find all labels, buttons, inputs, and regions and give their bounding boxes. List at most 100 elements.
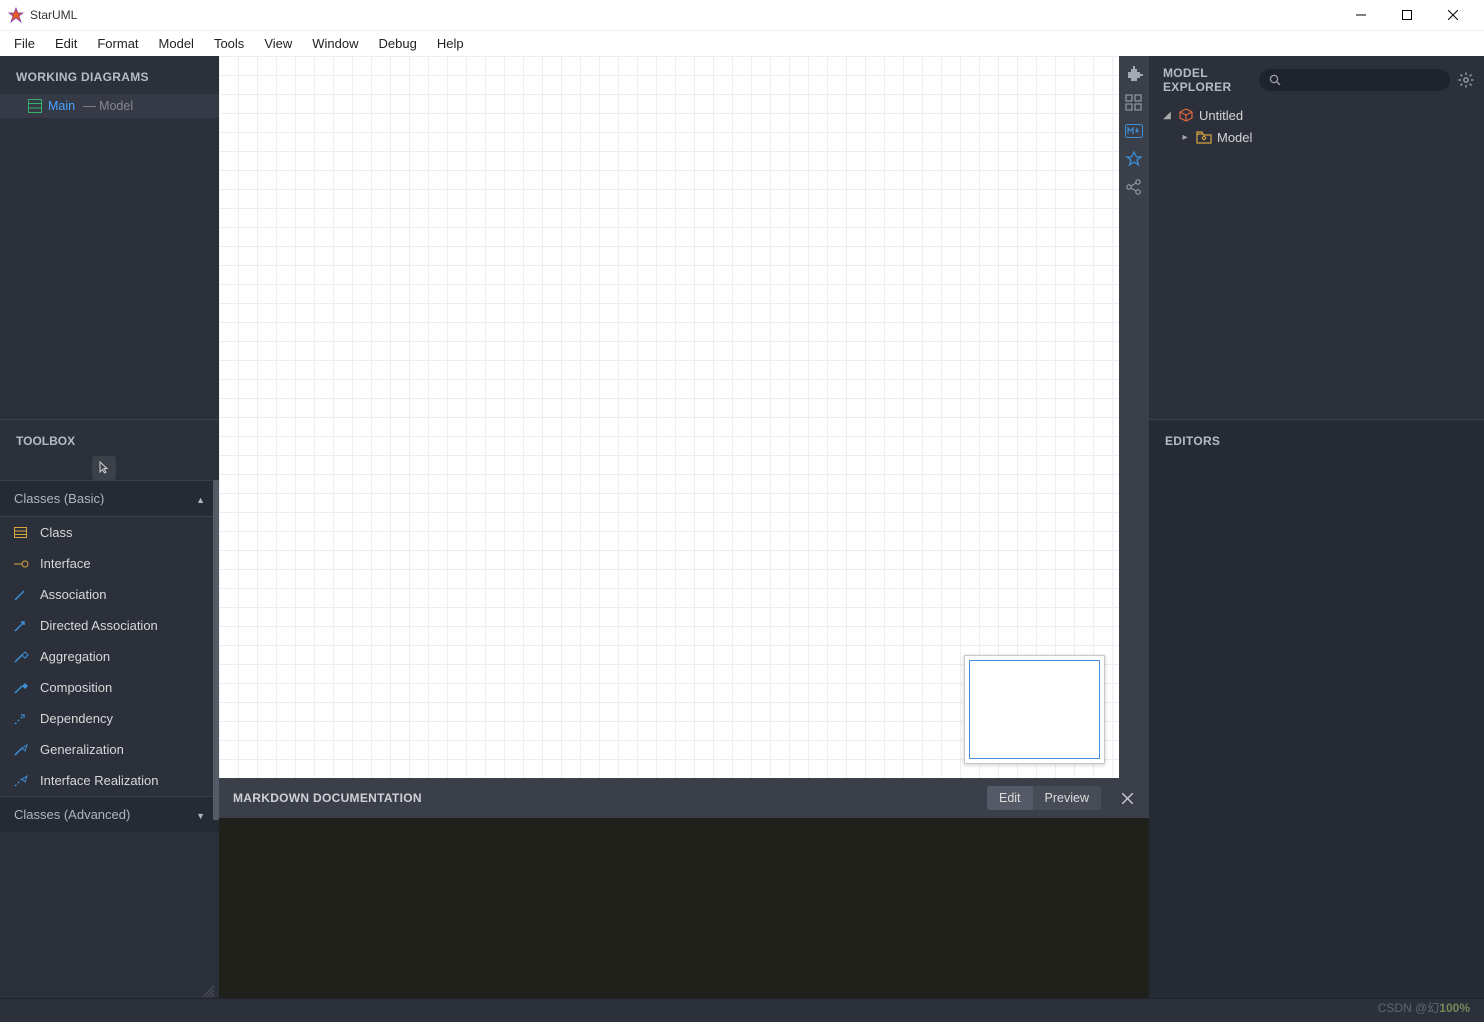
directed-association-icon	[14, 619, 30, 633]
menu-model[interactable]: Model	[149, 34, 204, 53]
minimap[interactable]	[964, 655, 1105, 764]
tool-association[interactable]: Association	[0, 579, 219, 610]
title-bar: StarUML	[0, 0, 1484, 30]
tool-dependency[interactable]: Dependency	[0, 703, 219, 734]
menu-file[interactable]: File	[4, 34, 45, 53]
menu-help[interactable]: Help	[427, 34, 474, 53]
tool-group-label: Classes (Basic)	[14, 491, 104, 506]
menu-edit[interactable]: Edit	[45, 34, 87, 53]
selection-tool-button[interactable]	[92, 456, 116, 480]
markdown-toggle-icon[interactable]	[1125, 122, 1143, 140]
markdown-preview-button[interactable]: Preview	[1033, 786, 1101, 810]
markdown-buttons: Edit Preview	[987, 786, 1137, 810]
class-icon	[14, 526, 30, 540]
close-button[interactable]	[1430, 0, 1476, 30]
working-diagram-item[interactable]: Main — Model	[0, 94, 219, 118]
tool-interface[interactable]: Interface	[0, 548, 219, 579]
title-bar-left: StarUML	[8, 7, 77, 23]
watermark: CSDN @幻100%	[1378, 999, 1470, 1016]
tool-interface-realization[interactable]: Interface Realization	[0, 765, 219, 796]
markdown-title: MARKDOWN DOCUMENTATION	[233, 791, 422, 805]
tool-group-label: Classes (Advanced)	[14, 807, 130, 822]
resize-handle-icon[interactable]	[200, 986, 216, 998]
left-column: WORKING DIAGRAMS Main — Model TOOLBOX Cl…	[0, 56, 219, 998]
menu-debug[interactable]: Debug	[369, 34, 427, 53]
tool-label: Association	[40, 587, 106, 602]
tree-node-label: Untitled	[1199, 108, 1243, 123]
editors-panel: EDITORS	[1149, 419, 1484, 998]
model-tree: ◢ Untitled ▸ Model	[1149, 100, 1484, 152]
aggregation-icon	[14, 650, 30, 664]
markdown-editor[interactable]	[219, 818, 1149, 998]
watermark-text: CSDN @幻	[1378, 1001, 1440, 1015]
menu-window[interactable]: Window	[302, 34, 368, 53]
maximize-button[interactable]	[1384, 0, 1430, 30]
model-explorer-search[interactable]	[1259, 69, 1450, 91]
working-diagram-suffix: — Model	[83, 99, 133, 113]
model-icon	[1196, 129, 1212, 145]
composition-icon	[14, 681, 30, 695]
working-diagram-name: Main	[48, 99, 75, 113]
association-icon	[14, 588, 30, 602]
tool-generalization[interactable]: Generalization	[0, 734, 219, 765]
markdown-mode-toggle: Edit Preview	[987, 786, 1101, 810]
app-icon	[8, 7, 24, 23]
markdown-close-button[interactable]	[1117, 788, 1137, 808]
tool-label: Composition	[40, 680, 112, 695]
tool-aggregation[interactable]: Aggregation	[0, 641, 219, 672]
close-icon	[1122, 793, 1133, 804]
status-bar	[0, 998, 1484, 1022]
tree-expand-arrow-icon: ◢	[1161, 110, 1173, 121]
focus-icon[interactable]	[1125, 150, 1143, 168]
zoom-level: 100%	[1439, 1001, 1470, 1015]
diagram-canvas[interactable]	[219, 56, 1119, 778]
tree-node-model[interactable]: ▸ Model	[1157, 126, 1476, 148]
tool-label: Generalization	[40, 742, 124, 757]
toolbox-scroll: Classes (Basic) Class Interface Associat…	[0, 480, 219, 998]
collapse-arrow-icon	[196, 491, 205, 506]
right-column: MODEL EXPLORER ◢ Untitled ▸ Model	[1149, 56, 1484, 998]
tool-label: Aggregation	[40, 649, 110, 664]
model-explorer-title: MODEL EXPLORER	[1163, 66, 1251, 94]
toolbox-panel: TOOLBOX Classes (Basic) Class Interface	[0, 419, 219, 998]
working-diagrams-panel: WORKING DIAGRAMS Main — Model	[0, 56, 219, 419]
tool-label: Class	[40, 525, 73, 540]
tree-collapse-arrow-icon: ▸	[1179, 132, 1191, 143]
menu-tools[interactable]: Tools	[204, 34, 254, 53]
tool-label: Interface	[40, 556, 91, 571]
expand-arrow-icon	[196, 807, 205, 822]
menu-format[interactable]: Format	[87, 34, 148, 53]
markdown-edit-button[interactable]: Edit	[987, 786, 1033, 810]
tool-class[interactable]: Class	[0, 517, 219, 548]
model-explorer-settings-button[interactable]	[1458, 71, 1474, 89]
tool-composition[interactable]: Composition	[0, 672, 219, 703]
editors-title: EDITORS	[1149, 420, 1484, 462]
thumbnail-view-icon[interactable]	[1125, 94, 1143, 112]
window-title: StarUML	[30, 8, 77, 22]
search-icon	[1269, 74, 1281, 86]
minimize-button[interactable]	[1338, 0, 1384, 30]
model-explorer-header: MODEL EXPLORER	[1149, 56, 1484, 100]
working-diagrams-title: WORKING DIAGRAMS	[0, 56, 219, 94]
project-icon	[1178, 107, 1194, 123]
interface-realization-icon	[14, 774, 30, 788]
generalization-icon	[14, 743, 30, 757]
tool-group-classes-advanced[interactable]: Classes (Advanced)	[0, 796, 219, 832]
search-input[interactable]	[1285, 73, 1440, 87]
markdown-header: MARKDOWN DOCUMENTATION Edit Preview	[219, 778, 1149, 818]
workspace: WORKING DIAGRAMS Main — Model TOOLBOX Cl…	[0, 56, 1484, 998]
tool-label: Interface Realization	[40, 773, 159, 788]
tool-directed-association[interactable]: Directed Association	[0, 610, 219, 641]
tool-group-classes-basic[interactable]: Classes (Basic)	[0, 480, 219, 517]
toolbox-title: TOOLBOX	[0, 420, 219, 456]
tree-node-project[interactable]: ◢ Untitled	[1157, 104, 1476, 126]
tool-label: Directed Association	[40, 618, 158, 633]
extensions-icon[interactable]	[1125, 66, 1143, 84]
menu-bar: File Edit Format Model Tools View Window…	[0, 30, 1484, 56]
tree-node-label: Model	[1217, 130, 1252, 145]
minimap-viewport[interactable]	[969, 660, 1100, 759]
interface-icon	[14, 557, 30, 571]
menu-view[interactable]: View	[254, 34, 302, 53]
share-icon[interactable]	[1125, 178, 1143, 196]
gear-icon	[1458, 72, 1474, 88]
